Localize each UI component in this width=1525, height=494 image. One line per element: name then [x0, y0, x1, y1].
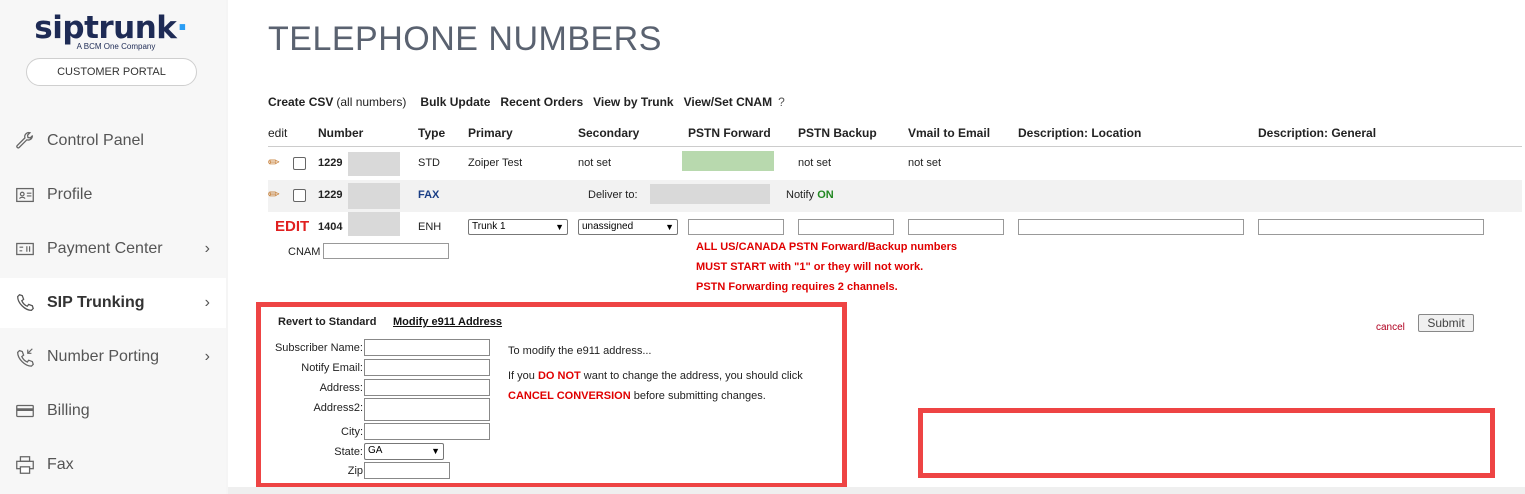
warning-line-1: ALL US/CANADA PSTN Forward/Backup number… [696, 241, 957, 253]
notify-label: Notify [786, 189, 815, 201]
sidebar-item-label: Fax [47, 456, 74, 473]
id-card-icon [13, 183, 37, 207]
vmail-email-input[interactable] [908, 219, 1004, 235]
row1-type: STD [418, 157, 440, 169]
header-divider [268, 146, 1522, 147]
app-root: siptrunk· A BCM One Company CUSTOMER POR… [0, 0, 1525, 494]
col-header-vmail: Vmail to Email [908, 126, 991, 140]
sidebar-item-label: Profile [47, 186, 93, 203]
billing-icon [13, 399, 37, 423]
phone-icon [13, 291, 37, 315]
brand-logo[interactable]: siptrunk· A BCM One Company [26, 12, 196, 51]
row1-primary: Zoiper Test [468, 157, 523, 169]
row2-background [268, 180, 1522, 212]
pstn-forward-input[interactable] [688, 219, 784, 235]
cnam-label: CNAM [288, 246, 321, 258]
bulk-update-link[interactable]: Bulk Update [420, 95, 490, 109]
row2-deliver-to: Deliver to: [588, 189, 638, 201]
cnam-input[interactable] [323, 243, 449, 259]
redacted-number [348, 183, 400, 209]
chevron-right-icon: › [204, 294, 210, 311]
primary-select-value: Trunk 1 [472, 221, 506, 232]
chevron-right-icon: › [204, 348, 210, 365]
help-icon[interactable]: ? [778, 95, 785, 109]
brand-dot-icon: · [176, 10, 188, 46]
row1-pstn-backup: not set [798, 157, 832, 169]
redacted-deliver [650, 184, 770, 204]
bottom-bar [228, 487, 1525, 494]
sidebar-item-control-panel[interactable]: Control Panel [0, 116, 226, 166]
col-header-pstn-forward: PSTN Forward [688, 126, 771, 140]
cancel-link[interactable]: cancel [1376, 322, 1405, 333]
sidebar-item-label: SIP Trunking [47, 294, 145, 311]
sidebar-item-label: Billing [47, 402, 90, 419]
pstn-backup-input[interactable] [798, 219, 894, 235]
chevron-right-icon: › [204, 240, 210, 257]
view-set-cnam-link[interactable]: View/Set CNAM [684, 95, 772, 109]
sidebar-item-label: Payment Center [47, 240, 163, 257]
sidebar-item-sip-trunking[interactable]: SIP Trunking › [0, 278, 226, 328]
pencil-icon[interactable]: ✏ [268, 154, 280, 171]
warning-line-2: MUST START with "1" or they will not wor… [696, 261, 924, 273]
create-csv-sub: (all numbers) [336, 95, 407, 109]
col-header-desc-general: Description: General [1258, 126, 1377, 140]
primary-select[interactable]: Trunk 1 ▼ [468, 219, 568, 235]
pencil-icon[interactable]: ✏ [268, 186, 280, 203]
submit-button[interactable]: Submit [1418, 314, 1474, 332]
create-csv-link[interactable]: Create CSV [268, 95, 333, 109]
porting-icon [13, 345, 37, 369]
col-header-secondary: Secondary [578, 126, 640, 140]
row2-number[interactable]: 1229 [318, 189, 342, 201]
col-header-pstn-backup: PSTN Backup [798, 126, 877, 140]
sidebar: siptrunk· A BCM One Company CUSTOMER POR… [0, 0, 226, 494]
sidebar-item-billing[interactable]: Billing [0, 386, 226, 436]
redacted-number [348, 152, 400, 176]
highlight-box-empty [918, 408, 1495, 478]
brand-sip: sip [34, 10, 85, 46]
row-checkbox[interactable] [293, 157, 306, 170]
row1-secondary: not set [578, 157, 612, 169]
customer-portal-button[interactable]: CUSTOMER PORTAL [26, 58, 197, 86]
secondary-select[interactable]: unassigned ▼ [578, 219, 678, 235]
sidebar-item-label: Control Panel [47, 132, 144, 149]
toolbar: Create CSV (all numbers) Bulk Update Rece… [268, 95, 795, 109]
recent-orders-link[interactable]: Recent Orders [500, 95, 583, 109]
printer-icon [13, 453, 37, 477]
secondary-select-value: unassigned [582, 221, 634, 232]
desc-location-input[interactable] [1018, 219, 1244, 235]
col-header-edit: edit [268, 126, 288, 140]
col-header-number: Number [318, 126, 364, 140]
notify-status: ON [817, 189, 834, 201]
row-checkbox[interactable] [293, 189, 306, 202]
row3-type: ENH [418, 221, 442, 233]
row3-number: 1404 [318, 221, 343, 233]
view-by-trunk-link[interactable]: View by Trunk [593, 95, 673, 109]
brand-trunk: trunk [84, 10, 177, 46]
sidebar-item-number-porting[interactable]: Number Porting › [0, 332, 226, 382]
page-title: TELEPHONE NUMBERS [268, 20, 662, 58]
row2-type: FAX [418, 189, 440, 201]
col-header-type: Type [418, 126, 446, 140]
sidebar-item-fax[interactable]: Fax [0, 440, 226, 490]
brand-wordmark: siptrunk· [26, 12, 196, 44]
chevron-down-icon: ▼ [665, 222, 674, 232]
sidebar-item-label: Number Porting [47, 348, 160, 365]
redacted-number [348, 212, 400, 236]
highlight-box-e911 [256, 302, 847, 488]
row1-vmail: not set [908, 157, 942, 169]
edit-label: EDIT [275, 218, 310, 235]
sidebar-item-profile[interactable]: Profile [0, 170, 226, 220]
redacted-forward [682, 151, 774, 171]
sidebar-item-payment-center[interactable]: Payment Center › [0, 224, 226, 274]
warning-line-3: PSTN Forwarding requires 2 channels. [696, 281, 898, 293]
row1-number[interactable]: 1229 [318, 157, 342, 169]
col-header-primary: Primary [468, 126, 513, 140]
chevron-down-icon: ▼ [555, 222, 564, 232]
wrench-icon [13, 129, 37, 153]
row2-notify: Notify ON [786, 189, 834, 201]
payment-icon [13, 237, 37, 261]
desc-general-input[interactable] [1258, 219, 1484, 235]
main-content: TELEPHONE NUMBERS Create CSV (all numbers… [228, 0, 1525, 494]
col-header-desc-location: Description: Location [1018, 126, 1142, 140]
